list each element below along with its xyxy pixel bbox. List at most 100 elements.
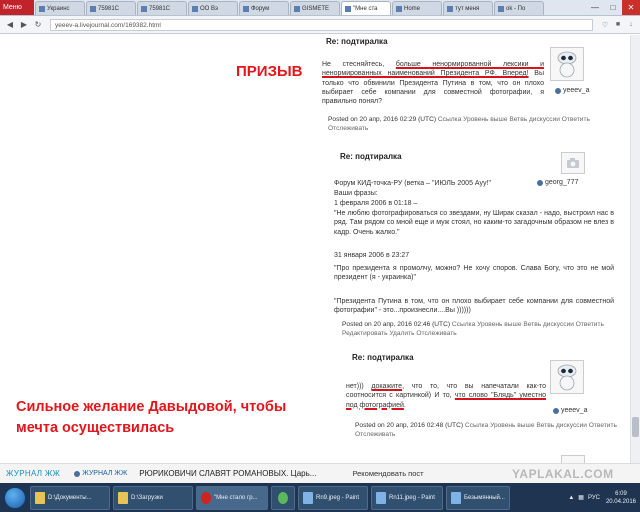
comment-2-line-2: Ваши фразы: bbox=[334, 190, 378, 197]
windows-taskbar: D:\Документы... D:\Загрузки "Мне стало г… bbox=[0, 483, 640, 512]
tab-label: 75981С bbox=[98, 5, 120, 12]
tab-favicon-icon bbox=[39, 5, 45, 12]
reload-icon[interactable]: ↻ bbox=[32, 19, 44, 31]
address-bar: ◀ ▶ ↻ yeeev-a.livejournal.com/169382.htm… bbox=[0, 16, 640, 34]
tab-label: Украинс bbox=[47, 5, 70, 12]
comment-3-username[interactable]: yeeev_a bbox=[553, 407, 587, 414]
tab-4[interactable]: ОО Вэ bbox=[188, 1, 238, 15]
ticker-user[interactable]: ЖУРНАЛ ЖЖ bbox=[74, 470, 127, 477]
tab-10[interactable]: ok - По bbox=[494, 1, 544, 15]
comment-3-text-post: . bbox=[403, 401, 406, 409]
comment-2-date: Posted on 20 апр, 2016 02:46 (UTC) bbox=[342, 321, 451, 328]
taskbar-item-paint-rn9[interactable]: Rn9.jpeg - Paint bbox=[298, 485, 368, 510]
taskbar-item-downloads[interactable]: D:\Загрузки bbox=[113, 485, 193, 510]
bookmark-icon[interactable]: ♡ bbox=[600, 20, 610, 30]
scrollbar-thumb[interactable] bbox=[632, 417, 639, 437]
icq-icon bbox=[278, 491, 288, 504]
forward-icon[interactable]: ▶ bbox=[18, 19, 30, 31]
url-field[interactable]: yeeev-a.livejournal.com/169382.html bbox=[50, 18, 593, 31]
taskbar-label: D:\Загрузки bbox=[131, 494, 163, 501]
start-button[interactable] bbox=[4, 486, 26, 509]
browser-menu-button[interactable]: Меню bbox=[0, 0, 34, 15]
recommend-post-link[interactable]: Рекомендовать пост bbox=[352, 469, 423, 478]
username-label: yeeev_a bbox=[561, 407, 588, 414]
taskbar-item-untitled[interactable]: Безымянный... bbox=[446, 485, 510, 510]
folder-icon bbox=[118, 491, 128, 504]
user-icon bbox=[553, 407, 559, 414]
close-icon[interactable]: ✕ bbox=[622, 0, 640, 15]
comment-2-header: Re: подтиралка bbox=[340, 152, 402, 161]
avatar-robot-icon[interactable] bbox=[550, 47, 584, 81]
back-icon[interactable]: ◀ bbox=[4, 19, 16, 31]
tab-label: Home bbox=[404, 5, 421, 12]
page-content: Re: подтиралка Не стесняйтесь, больше не… bbox=[0, 35, 630, 463]
taskbar-item-documents[interactable]: D:\Документы... bbox=[30, 485, 110, 510]
comment-2-meta: Posted on 20 апр, 2016 02:46 (UTC) Ссылк… bbox=[342, 320, 627, 338]
comment-2-line-5: 31 января 2006 в 23:27 bbox=[334, 252, 410, 259]
tab-favicon-icon bbox=[294, 5, 300, 12]
tab-favicon-icon bbox=[243, 5, 249, 12]
tab-label: ОО Вэ bbox=[200, 5, 219, 12]
taskbar-item-opera[interactable]: "Мне стало гр... bbox=[196, 485, 268, 510]
comment-2-line-4: "Не люблю фотографироваться со звездами,… bbox=[334, 210, 614, 236]
tab-1[interactable]: Украинс bbox=[35, 1, 85, 15]
tab-favicon-icon bbox=[447, 5, 453, 12]
clock[interactable]: 6:09 20.04.2016 bbox=[606, 490, 636, 506]
comment-3-header: Re: подтиралка bbox=[352, 353, 414, 362]
taskbar-label: D:\Документы... bbox=[48, 494, 92, 501]
tab-8[interactable]: Home bbox=[392, 1, 442, 15]
tab-favicon-icon bbox=[498, 5, 504, 12]
comment-1-username[interactable]: yeeev_a bbox=[555, 87, 589, 94]
tab-favicon-icon bbox=[192, 5, 198, 12]
tab-2[interactable]: 75981С bbox=[86, 1, 136, 15]
comment-3-underlined-1: докажите bbox=[371, 383, 403, 390]
tab-9[interactable]: тут меня bbox=[443, 1, 493, 15]
folder-icon bbox=[35, 491, 45, 504]
page-scrollbar[interactable] bbox=[630, 35, 640, 463]
taskbar-label: Rn9.jpeg - Paint bbox=[316, 494, 360, 501]
screen: Меню Украинс 75981С 75981С ОО Вэ Форум G… bbox=[0, 0, 640, 512]
lang-indicator[interactable]: РУС bbox=[588, 495, 600, 501]
window-controls: — □ ✕ bbox=[586, 0, 640, 15]
extension-icon[interactable]: ■ bbox=[613, 20, 623, 30]
user-icon bbox=[537, 179, 543, 186]
ticker-user-label: ЖУРНАЛ ЖЖ bbox=[82, 470, 128, 477]
lj-logo[interactable]: ЖУРНАЛ ЖЖ bbox=[6, 469, 60, 478]
avatar-camera-icon[interactable] bbox=[561, 455, 585, 463]
comment-3-date: Posted on 20 апр, 2016 02:48 (UTC) bbox=[355, 422, 464, 429]
taskbar-item-paint-rn11[interactable]: Rn11.jpeg - Paint bbox=[371, 485, 443, 510]
comment-1-date: Posted on 20 апр, 2016 02:29 (UTC) bbox=[328, 116, 437, 123]
maximize-icon[interactable]: □ bbox=[604, 0, 622, 15]
tab-6[interactable]: GISMETE bbox=[290, 1, 340, 15]
tab-label: тут меня bbox=[455, 5, 480, 12]
user-icon bbox=[74, 470, 81, 477]
comment-2-username[interactable]: georg_777 bbox=[537, 179, 578, 186]
tab-favicon-icon bbox=[141, 5, 147, 12]
taskbar-label: Безымянный... bbox=[464, 494, 505, 501]
ticker-news[interactable]: РЮРИКОВИЧИ СЛАВЯТ РОМАНОВЫХ. Царь... bbox=[139, 469, 316, 478]
tab-7-active[interactable]: "Мне ста bbox=[341, 1, 391, 15]
tab-favicon-icon bbox=[345, 5, 351, 12]
username-label: georg_777 bbox=[545, 179, 579, 186]
taskbar-item-icq[interactable] bbox=[271, 485, 295, 510]
paint-icon bbox=[376, 491, 386, 504]
tab-3[interactable]: 75981С bbox=[137, 1, 187, 15]
taskbar-label: "Мне стало гр... bbox=[214, 494, 258, 501]
menu-label: Меню bbox=[3, 3, 22, 11]
user-icon bbox=[555, 87, 561, 94]
comment-2-line-3: 1 февраля 2006 в 01:18 – bbox=[334, 200, 418, 207]
watermark-yaplakal: YAPLAKAL.COM bbox=[512, 467, 614, 481]
overlay-note-desire-line-2: мечта осуществилась bbox=[16, 420, 175, 436]
download-icon[interactable]: ↓ bbox=[626, 20, 636, 30]
tab-label: ok - По bbox=[506, 5, 526, 12]
tab-5[interactable]: Форум bbox=[239, 1, 289, 15]
taskbar-label: Rn11.jpeg - Paint bbox=[389, 494, 435, 501]
minimize-icon[interactable]: — bbox=[586, 0, 604, 15]
tray-arrow-icon[interactable]: ▲ bbox=[568, 495, 574, 501]
avatar-robot-icon[interactable] bbox=[550, 360, 584, 394]
opera-icon bbox=[201, 491, 211, 504]
comment-1-header: Re: подтиралка bbox=[326, 37, 388, 46]
network-icon[interactable]: ▦ bbox=[578, 494, 584, 501]
avatar-camera-icon[interactable] bbox=[561, 152, 585, 174]
tab-label: Форум bbox=[251, 5, 270, 12]
